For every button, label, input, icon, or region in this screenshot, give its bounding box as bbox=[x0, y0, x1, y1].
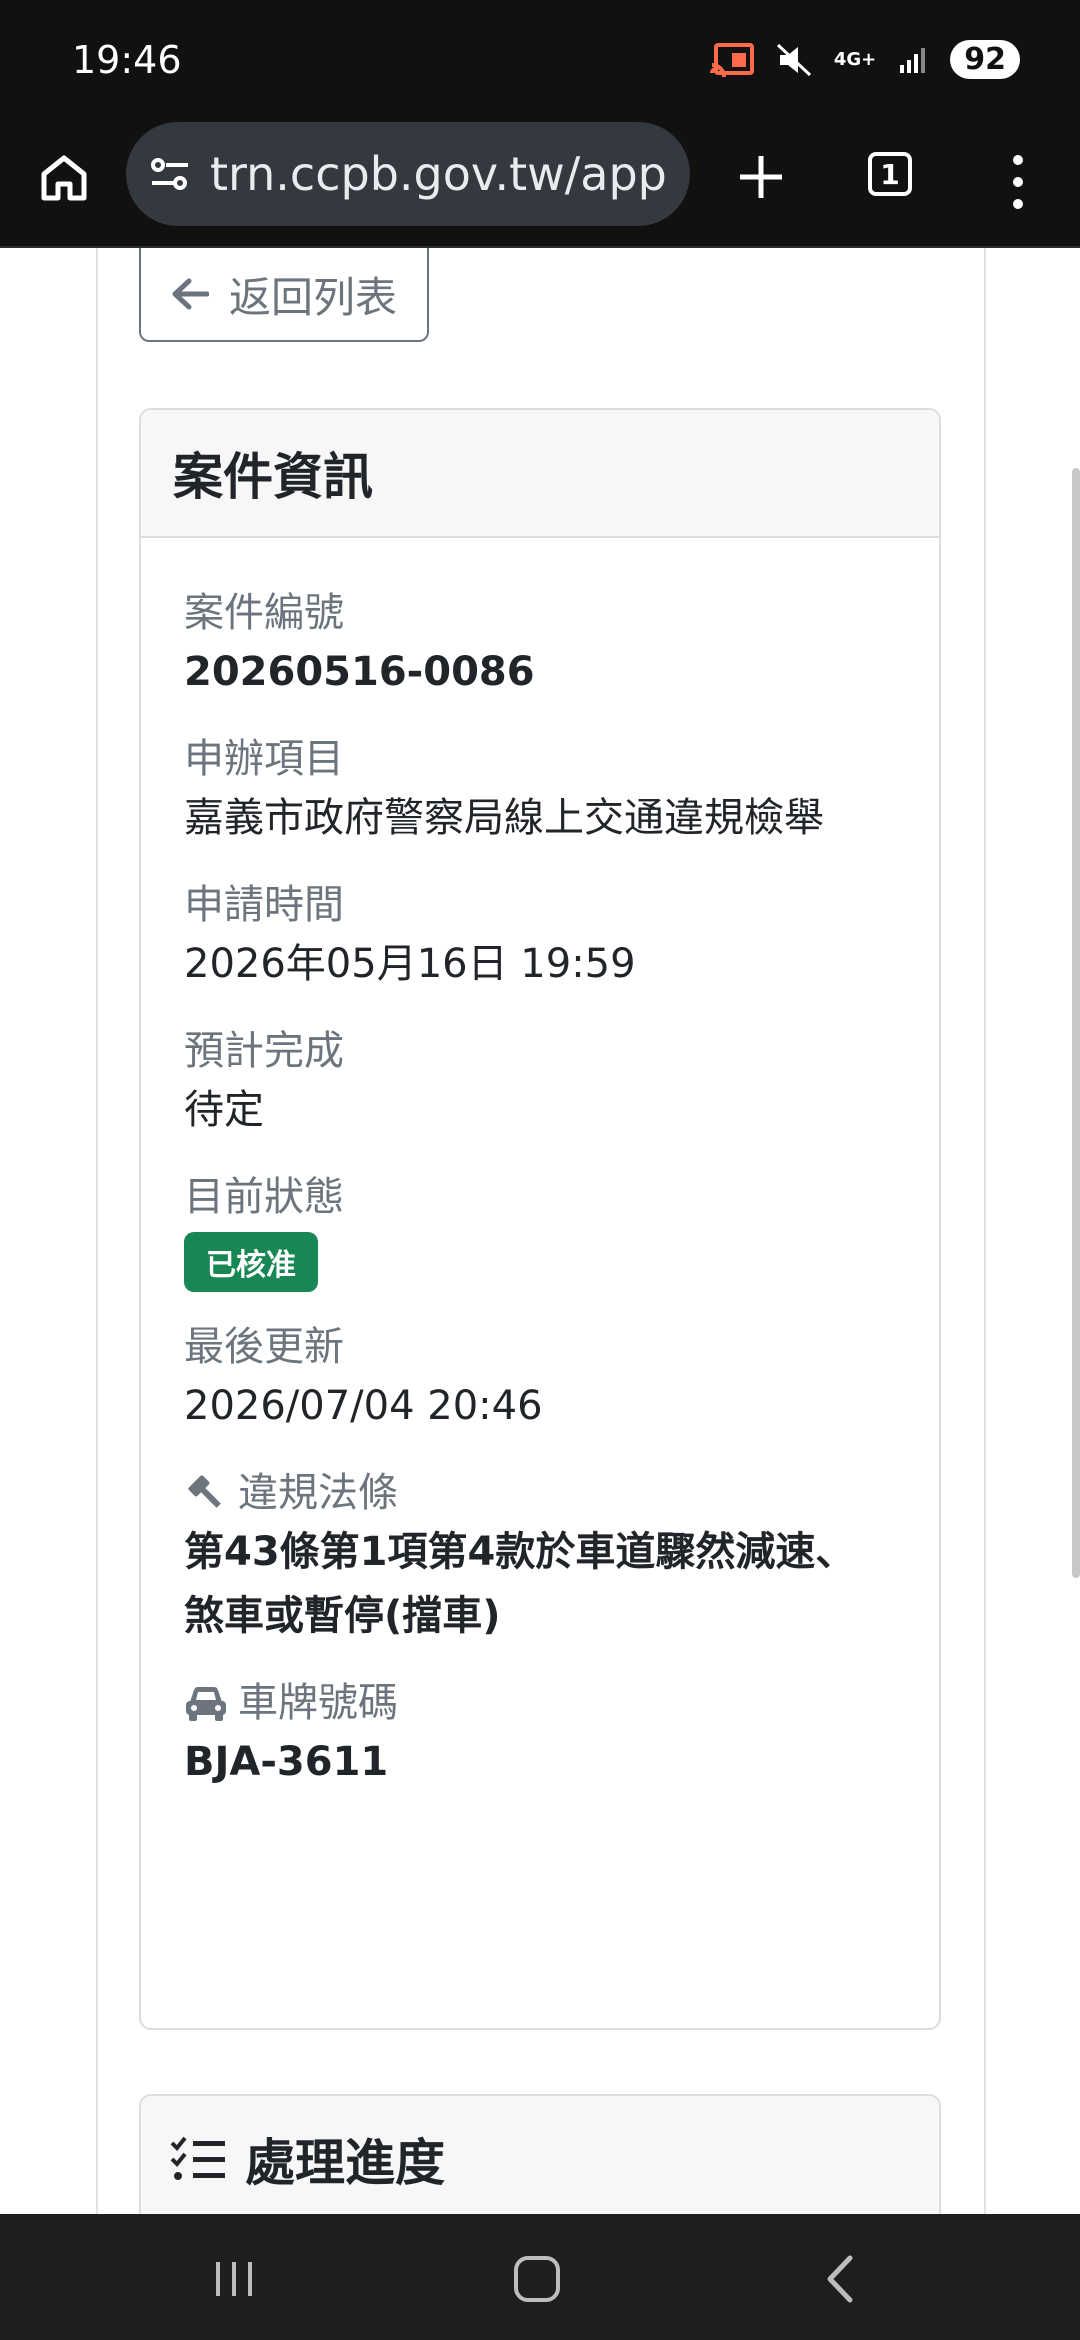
case-number-field: 案件編號 20260516-0086 bbox=[184, 586, 939, 704]
home-icon[interactable] bbox=[36, 150, 92, 214]
progress-card-header: 處理進度 bbox=[141, 2096, 939, 2214]
car-icon bbox=[184, 1683, 228, 1723]
case-number-label: 案件編號 bbox=[184, 590, 344, 636]
url-bar[interactable]: trn.ccpb.gov.tw/applic bbox=[126, 122, 690, 226]
progress-card-title: 處理進度 bbox=[245, 2134, 445, 2192]
case-info-card: 案件資訊 案件編號 20260516-0086 申辦項目 嘉義市政府警察局線上交… bbox=[139, 408, 941, 2030]
tab-switcher-icon[interactable]: 1 bbox=[868, 152, 912, 196]
container-border-left bbox=[96, 248, 98, 2214]
mute-icon bbox=[776, 43, 812, 77]
application-item-label: 申辦項目 bbox=[184, 736, 344, 782]
network-type: 4G+ bbox=[833, 48, 877, 70]
list-check-icon bbox=[169, 2135, 227, 2183]
page-scrollbar[interactable] bbox=[1072, 468, 1080, 1578]
case-info-title: 案件資訊 bbox=[141, 410, 939, 538]
expected-completion-field: 預計完成 待定 bbox=[184, 1024, 939, 1142]
case-info-body: 案件編號 20260516-0086 申辦項目 嘉義市政府警察局線上交通違規檢舉… bbox=[141, 538, 939, 1794]
progress-card: 處理進度 bbox=[139, 2094, 941, 2214]
current-status-label: 目前狀態 bbox=[184, 1174, 344, 1220]
arrow-left-icon bbox=[171, 275, 209, 313]
expected-completion-label: 預計完成 bbox=[184, 1028, 344, 1074]
container-border-right bbox=[984, 248, 986, 2214]
status-icons: 4G+ 92 bbox=[709, 40, 1020, 79]
browser-toolbar: trn.ccpb.gov.tw/applic 1 bbox=[0, 122, 1080, 248]
violation-law-value-line2: 煞車或暫停(擋車) bbox=[184, 1593, 501, 1639]
back-to-list-button[interactable]: 返回列表 bbox=[139, 248, 429, 342]
status-bar: 19:46 4G+ 92 bbox=[0, 0, 1080, 122]
application-time-value: 2026年05月16日 19:59 bbox=[184, 941, 636, 987]
signal-icon bbox=[898, 45, 928, 75]
violation-law-label-row: 違規法條 bbox=[184, 1466, 939, 1520]
recent-apps-icon[interactable] bbox=[214, 2258, 254, 2300]
expected-completion-value: 待定 bbox=[184, 1087, 264, 1133]
status-badge: 已核准 bbox=[184, 1232, 318, 1292]
application-time-label: 申請時間 bbox=[184, 882, 344, 928]
status-time: 19:46 bbox=[72, 38, 182, 82]
license-plate-label: 車牌號碼 bbox=[238, 1680, 398, 1726]
new-tab-icon[interactable] bbox=[734, 150, 788, 204]
page-content: 返回列表 案件資訊 案件編號 20260516-0086 申辦項目 嘉義市政府警… bbox=[0, 248, 1080, 2214]
home-nav-icon[interactable] bbox=[514, 2256, 560, 2302]
application-time-field: 申請時間 2026年05月16日 19:59 bbox=[184, 878, 939, 996]
back-button-label: 返回列表 bbox=[229, 272, 398, 322]
last-updated-value: 2026/07/04 20:46 bbox=[184, 1383, 543, 1429]
system-nav-bar bbox=[0, 2214, 1080, 2340]
license-plate-field: 車牌號碼 BJA-3611 bbox=[184, 1676, 939, 1794]
cast-icon bbox=[709, 42, 754, 77]
network-icon: 4G+ bbox=[833, 48, 877, 70]
url-text[interactable]: trn.ccpb.gov.tw/applic bbox=[210, 147, 670, 201]
current-status-field: 目前狀態 已核准 bbox=[184, 1170, 939, 1292]
license-plate-value: BJA-3611 bbox=[184, 1739, 389, 1785]
violation-law-label: 違規法條 bbox=[238, 1470, 398, 1516]
application-item-field: 申辦項目 嘉義市政府警察局線上交通違規檢舉 bbox=[184, 732, 939, 850]
license-plate-label-row: 車牌號碼 bbox=[184, 1676, 939, 1730]
battery-icon: 92 bbox=[950, 40, 1020, 79]
application-item-value: 嘉義市政府警察局線上交通違規檢舉 bbox=[184, 795, 824, 841]
last-updated-label: 最後更新 bbox=[184, 1324, 344, 1370]
site-settings-icon[interactable] bbox=[150, 153, 192, 195]
last-updated-field: 最後更新 2026/07/04 20:46 bbox=[184, 1320, 939, 1438]
menu-icon[interactable] bbox=[1006, 150, 1030, 214]
violation-law-value-line1: 第43條第1項第4款於車道驟然減速、 bbox=[184, 1529, 856, 1575]
case-number-value: 20260516-0086 bbox=[184, 649, 535, 695]
back-nav-icon[interactable] bbox=[824, 2254, 856, 2304]
violation-law-field: 違規法條 第43條第1項第4款於車道驟然減速、 煞車或暫停(擋車) bbox=[184, 1466, 939, 1648]
gavel-icon bbox=[184, 1473, 228, 1513]
